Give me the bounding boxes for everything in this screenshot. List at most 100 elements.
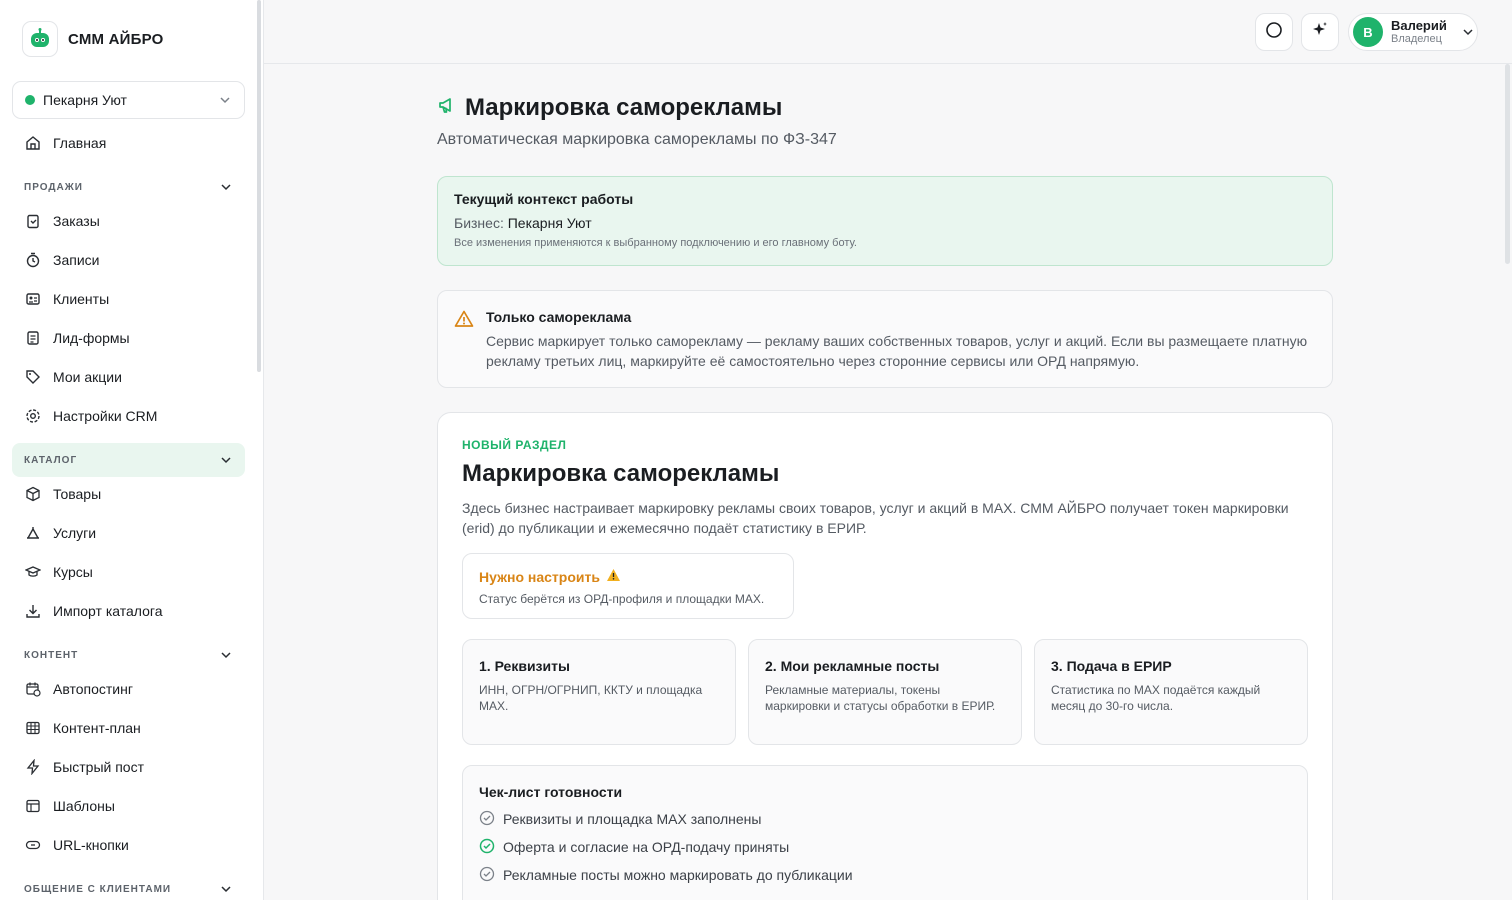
- calendar-clock-icon: [24, 681, 41, 698]
- user-name: Валерий: [1391, 17, 1447, 33]
- ai-assistant-button[interactable]: [1301, 13, 1339, 51]
- sidebar-item-label: Контент-план: [53, 720, 141, 736]
- sidebar-item-label: Заказы: [53, 213, 100, 229]
- sidebar-item-orders[interactable]: Заказы: [12, 204, 245, 238]
- step-title: 1. Реквизиты: [479, 658, 570, 674]
- layout-icon: [24, 798, 41, 815]
- step-text: Рекламные материалы, токены маркировки и…: [765, 683, 996, 713]
- form-icon: [24, 330, 41, 347]
- context-business-label: Бизнес:: [454, 215, 504, 231]
- sparkles-icon: [1311, 21, 1329, 44]
- context-note: Все изменения применяются к выбранному п…: [454, 237, 857, 249]
- chevron-down-icon: [219, 180, 233, 194]
- section-content[interactable]: КОНТЕНТ: [12, 638, 245, 672]
- checklist-item-label: Реквизиты и площадка MAX заполнены: [503, 811, 762, 827]
- page-subtitle: Автоматическая маркировка саморекламы по…: [437, 131, 837, 148]
- robot-logo-icon: [22, 21, 58, 57]
- box-icon: [24, 486, 41, 503]
- context-title: Текущий контекст работы: [454, 191, 634, 207]
- page-title-text: Маркировка саморекламы: [465, 94, 783, 121]
- home-icon: [24, 135, 41, 152]
- sidebar-item-bookings[interactable]: Записи: [12, 243, 245, 277]
- section-label: КАТАЛОГ: [24, 454, 78, 466]
- sidebar-item-courses[interactable]: Курсы: [12, 555, 245, 589]
- checklist-item: Рекламные посты можно маркировать до пуб…: [479, 866, 1291, 884]
- brand[interactable]: СММ АЙБРО: [22, 21, 163, 57]
- step-requisites[interactable]: 1. Реквизиты ИНН, ОГРН/ОГРНИП, ККТУ и пл…: [462, 639, 736, 745]
- sidebar-item-label: Записи: [53, 252, 100, 268]
- status-title: Нужно настроить: [479, 568, 777, 585]
- sidebar-item-label: Шаблоны: [53, 798, 115, 814]
- download-icon: [24, 603, 41, 620]
- sidebar-item-label: Курсы: [53, 564, 93, 580]
- sidebar-item-lead-forms[interactable]: Лид-формы: [12, 321, 245, 355]
- sidebar-item-label: Клиенты: [53, 291, 110, 307]
- warning-triangle-icon: [454, 309, 474, 334]
- section-sales[interactable]: ПРОДАЖИ: [12, 170, 245, 204]
- check-circle-done-icon: [479, 838, 495, 857]
- sidebar-item-label: URL-кнопки: [53, 837, 129, 853]
- chevron-down-icon: [219, 648, 233, 662]
- grid-calendar-icon: [24, 720, 41, 737]
- sidebar-item-clients[interactable]: Клиенты: [12, 282, 245, 316]
- check-circle-icon: [479, 866, 495, 885]
- circle-icon: [1265, 21, 1283, 44]
- megaphone-icon: [437, 94, 457, 122]
- checklist-title: Чек-лист готовности: [479, 784, 623, 800]
- link-button-icon: [24, 837, 41, 854]
- section-label: ПРОДАЖИ: [24, 181, 83, 193]
- sidebar-item-catalog-import[interactable]: Импорт каталога: [12, 594, 245, 628]
- status-dot-icon: [25, 95, 35, 105]
- sidebar-item-label: Мои акции: [53, 369, 122, 385]
- topbar: В Валерий Владелец: [264, 0, 1512, 64]
- status-title-text: Нужно настроить: [479, 568, 600, 585]
- sidebar-item-home[interactable]: Главная: [12, 126, 245, 160]
- step-ad-posts[interactable]: 2. Мои рекламные посты Рекламные материа…: [748, 639, 1022, 745]
- context-business: Бизнес: Пекарня Уют: [454, 215, 1316, 231]
- sidebar-item-label: Настройки CRM: [53, 408, 158, 424]
- card-description: Здесь бизнес настраивает маркировку рекл…: [462, 500, 1289, 536]
- sidebar-item-label: Быстрый пост: [53, 759, 144, 775]
- section-communication[interactable]: ОБЩЕНИЕ С КЛИЕНТАМИ: [12, 872, 245, 900]
- page-title: Маркировка саморекламы: [437, 94, 782, 122]
- sidebar-item-services[interactable]: Услуги: [12, 516, 245, 550]
- gear-icon: [24, 408, 41, 425]
- context-panel: Текущий контекст работы Бизнес: Пекарня …: [437, 176, 1333, 266]
- warning-emoji-icon: [606, 568, 621, 585]
- graduation-cap-icon: [24, 564, 41, 581]
- status-note: Статус берётся из ОРД-профиля и площадки…: [479, 592, 765, 606]
- main-scrollbar[interactable]: [1505, 64, 1510, 264]
- user-menu[interactable]: В Валерий Владелец: [1348, 13, 1478, 51]
- sidebar-item-crm-settings[interactable]: Настройки CRM: [12, 399, 245, 433]
- step-erir-submission[interactable]: 3. Подача в ЕРИР Статистика по MAX подаё…: [1034, 639, 1308, 745]
- checklist-item: Реквизиты и площадка MAX заполнены: [479, 810, 1291, 828]
- sidebar-item-label: Импорт каталога: [53, 603, 163, 619]
- marking-card: НОВЫЙ РАЗДЕЛ Маркировка саморекламы Здес…: [437, 412, 1333, 900]
- chevron-down-icon: [219, 882, 233, 896]
- setup-status: Нужно настроить Статус берётся из ОРД-пр…: [462, 553, 794, 619]
- sidebar-item-autoposting[interactable]: Автопостинг: [12, 672, 245, 706]
- business-select[interactable]: Пекарня Уют: [12, 81, 245, 119]
- sidebar-item-templates[interactable]: Шаблоны: [12, 789, 245, 823]
- section-catalog[interactable]: КАТАЛОГ: [12, 443, 245, 477]
- checklist-item-label: Оферта и согласие на ОРД-подачу приняты: [503, 839, 790, 855]
- sidebar-item-content-plan[interactable]: Контент-план: [12, 711, 245, 745]
- contact-card-icon: [24, 291, 41, 308]
- sidebar-item-label: Главная: [53, 135, 107, 151]
- sidebar-item-url-buttons[interactable]: URL-кнопки: [12, 828, 245, 862]
- step-text: ИНН, ОГРН/ОГРНИП, ККТУ и площадка MAX.: [479, 683, 703, 713]
- sidebar-scrollbar[interactable]: [257, 0, 261, 372]
- warning-title: Только самореклама: [486, 309, 632, 325]
- check-circle-icon: [479, 810, 495, 829]
- step-text: Статистика по MAX подаётся каждый месяц …: [1051, 683, 1261, 713]
- business-select-value: Пекарня Уют: [43, 92, 127, 108]
- sidebar-item-promotions[interactable]: Мои акции: [12, 360, 245, 394]
- timer-icon: [24, 252, 41, 269]
- sidebar-item-quick-post[interactable]: Быстрый пост: [12, 750, 245, 784]
- self-ad-warning: Только самореклама Сервис маркирует толь…: [437, 290, 1333, 388]
- theme-toggle-button[interactable]: [1255, 13, 1293, 51]
- checklist-item-label: Рекламные посты можно маркировать до пуб…: [503, 867, 853, 883]
- brand-name: СММ АЙБРО: [68, 30, 164, 48]
- sidebar-item-products[interactable]: Товары: [12, 477, 245, 511]
- step-title: 2. Мои рекламные посты: [765, 658, 940, 674]
